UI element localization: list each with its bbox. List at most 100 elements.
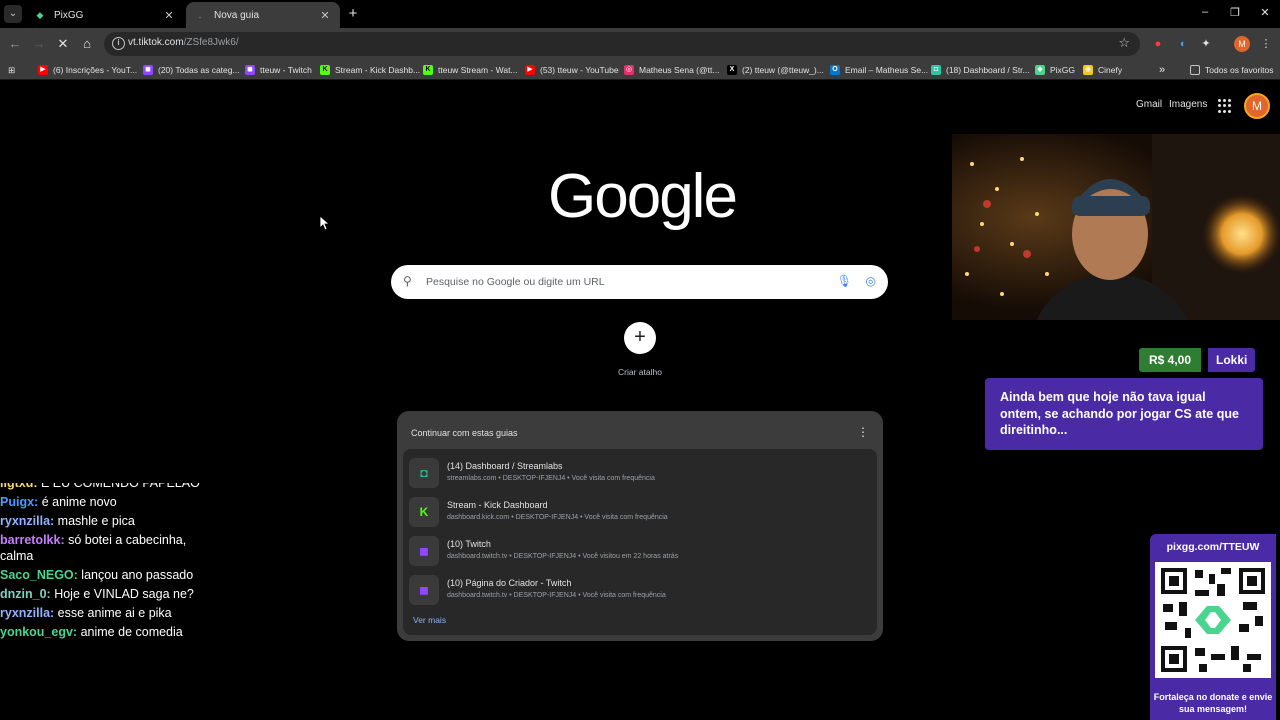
- chat-text: E EU COMENDO PAPELÃO: [40, 483, 200, 490]
- continue-tab-row[interactable]: K Stream - Kick Dashboard dashboard.kick.c…: [407, 494, 873, 530]
- bookmark-label: (2) tteuw (@tteuw_)...: [742, 65, 824, 75]
- chrome-menu-icon[interactable]: ⋮: [1258, 36, 1274, 52]
- search-icon: ⚲: [403, 274, 412, 288]
- bookmark-item[interactable]: K Stream - Kick Dashb...: [320, 63, 420, 77]
- chat-username: Saco_NEGO:: [0, 568, 78, 582]
- profile-avatar[interactable]: M: [1234, 36, 1250, 52]
- see-more-link[interactable]: Ver mais: [413, 615, 446, 625]
- chat-username: Puigx:: [0, 495, 39, 509]
- bookmark-item[interactable]: O Email – Matheus Se...: [830, 63, 928, 77]
- new-tab-button[interactable]: +: [344, 5, 362, 23]
- bookmark-item[interactable]: ◘ (18) Dashboard / Str...: [931, 63, 1030, 77]
- restore-button[interactable]: ❐: [1220, 6, 1250, 19]
- youtube-icon: ▶: [38, 65, 48, 75]
- bookmark-item[interactable]: ◆ PixGG: [1035, 63, 1075, 77]
- bookmark-label: Cinefy: [1098, 65, 1123, 75]
- continue-tab-subtitle: streamlabs.com • DESKTOP-IFJENJ4 • Você …: [447, 475, 655, 482]
- bookmark-item[interactable]: ◼ tteuw - Twitch: [245, 63, 312, 77]
- kick-icon: K: [320, 65, 330, 75]
- continue-tab-row[interactable]: ◼ (10) Página do Criador - Twitch dashboar…: [407, 572, 873, 608]
- extension-red-icon[interactable]: ●: [1150, 36, 1166, 52]
- home-button[interactable]: ⌂: [78, 35, 96, 53]
- donation-amount: R$ 4,00: [1139, 348, 1202, 372]
- youtube-icon: ▶: [525, 65, 535, 75]
- continue-tab-subtitle: dashboard.twitch.tv • DESKTOP-IFJENJ4 • …: [447, 553, 679, 560]
- twitch-icon: ◼: [409, 536, 439, 566]
- search-box[interactable]: ⚲ Pesquise no Google ou digite um URL 🎙 …: [391, 265, 888, 299]
- close-icon[interactable]: ✕: [162, 9, 176, 22]
- google-apps-icon[interactable]: [1218, 99, 1232, 113]
- continue-tab-subtitle: dashboard.kick.com • DESKTOP-IFJENJ4 • V…: [447, 514, 668, 521]
- bookmark-label: tteuw Stream - Wat...: [438, 65, 518, 75]
- chat-text: esse anime ai e pika: [57, 606, 172, 620]
- chat-message: ryxnzilla: esse anime ai e pika: [0, 605, 200, 621]
- url-path: /ZSfe8Jwk6/: [183, 37, 239, 48]
- chat-message: barretolkk: só botei a cabecinha, calma: [0, 532, 200, 564]
- address-bar[interactable]: i vt.tiktok.com/ZSfe8Jwk6/ ☆: [104, 32, 1140, 56]
- chat-message: ligtxd: E EU COMENDO PAPELÃO: [0, 483, 200, 491]
- loading-icon: .: [198, 10, 202, 20]
- bookmark-item[interactable]: ◼ (20) Todas as categ...: [143, 63, 240, 77]
- bookmarks-overflow-button[interactable]: »: [1159, 63, 1165, 77]
- url-text[interactable]: vt.tiktok.com/ZSfe8Jwk6/: [128, 37, 239, 48]
- x-icon: X: [727, 65, 737, 75]
- tab-search-button[interactable]: ⌄: [4, 5, 22, 23]
- kick-icon: K: [423, 65, 433, 75]
- tab-nova-guia[interactable]: . Nova guia ✕: [186, 2, 340, 28]
- all-bookmarks-label: Todos os favoritos: [1205, 65, 1274, 75]
- tab-pixgg[interactable]: ◆ PixGG ✕: [26, 2, 184, 28]
- continue-tabs-title: Continuar com estas guias: [411, 428, 518, 438]
- chat-username: ryxnzilla:: [0, 514, 55, 528]
- chat-username: ryxnzilla:: [0, 606, 55, 620]
- chat-username: ligtxd:: [0, 483, 38, 490]
- bookmark-item[interactable]: X (2) tteuw (@tteuw_)...: [727, 63, 824, 77]
- continue-tabs-list: ◘ (14) Dashboard / Streamlabs streamlabs.c…: [403, 449, 877, 635]
- chat-message: Puigx: é anime novo: [0, 494, 200, 510]
- bookmark-label: PixGG: [1050, 65, 1076, 75]
- add-shortcut-label: Criar atalho: [618, 367, 662, 377]
- add-shortcut-button[interactable]: +: [624, 322, 656, 354]
- chat-text: é anime novo: [41, 495, 117, 509]
- forward-button[interactable]: →: [30, 35, 48, 53]
- bookmark-star-icon[interactable]: ☆: [1118, 35, 1130, 51]
- continue-tab-title: (10) Página do Criador - Twitch: [447, 578, 572, 588]
- qr-code-image: [1155, 562, 1271, 678]
- window-close-button[interactable]: ✕: [1250, 6, 1280, 19]
- stop-loading-button[interactable]: ✕: [54, 35, 72, 53]
- chat-username: yonkou_egv:: [0, 625, 78, 639]
- apps-grid-icon[interactable]: ⊞: [8, 63, 15, 77]
- close-icon[interactable]: ✕: [318, 9, 332, 22]
- bookmark-label: tteuw - Twitch: [260, 65, 312, 75]
- qr-caption: Fortaleça no donate e envie sua mensagem…: [1153, 692, 1273, 714]
- all-bookmarks-button[interactable]: Todos os favoritos: [1190, 63, 1274, 77]
- gmail-link[interactable]: Gmail: [1136, 99, 1162, 110]
- google-lens-icon[interactable]: ◎: [866, 274, 876, 288]
- search-input[interactable]: Pesquise no Google ou digite um URL: [426, 276, 605, 288]
- chat-text: lançou ano passado: [81, 568, 194, 582]
- chat-message: ryxnzilla: mashle e pica: [0, 513, 200, 529]
- site-info-icon[interactable]: i: [112, 37, 125, 50]
- account-avatar[interactable]: M: [1244, 93, 1270, 119]
- bookmark-label: Email – Matheus Se...: [845, 65, 929, 75]
- more-options-icon[interactable]: ⋮: [857, 425, 869, 439]
- chat-message: Saco_NEGO: lançou ano passado: [0, 567, 200, 583]
- chat-message: yonkou_egv: anime de comedia: [0, 624, 200, 640]
- microphone-icon[interactable]: 🎙: [837, 274, 852, 288]
- extension-audio-icon[interactable]: ◖: [1174, 36, 1190, 52]
- twitch-icon: ◼: [245, 65, 255, 75]
- continue-tab-row[interactable]: ◼ (10) Twitch dashboard.twitch.tv • DESKTO…: [407, 533, 873, 569]
- continue-tab-row[interactable]: ◘ (14) Dashboard / Streamlabs streamlabs.c…: [407, 455, 873, 491]
- bookmark-item[interactable]: ◉ Cinefy: [1083, 63, 1122, 77]
- bookmark-label: Stream - Kick Dashb...: [335, 65, 421, 75]
- bookmark-item[interactable]: Ktteuw Stream - Wat...: [423, 63, 518, 77]
- back-button[interactable]: ←: [6, 35, 24, 53]
- extensions-puzzle-icon[interactable]: ✦: [1198, 36, 1214, 52]
- qr-title: pixgg.com/TTEUW: [1166, 541, 1260, 553]
- outlook-icon: O: [830, 65, 840, 75]
- images-link[interactable]: Imagens: [1169, 99, 1207, 110]
- continue-tab-title: (14) Dashboard / Streamlabs: [447, 461, 563, 471]
- minimize-button[interactable]: –: [1190, 6, 1220, 18]
- bookmark-item[interactable]: ▶ (6) Inscrições - YouT...: [38, 63, 137, 77]
- bookmark-item[interactable]: ▶ (53) tteuw - YouTube: [525, 63, 619, 77]
- bookmark-item[interactable]: ◎ Matheus Sena (@tt...: [624, 63, 719, 77]
